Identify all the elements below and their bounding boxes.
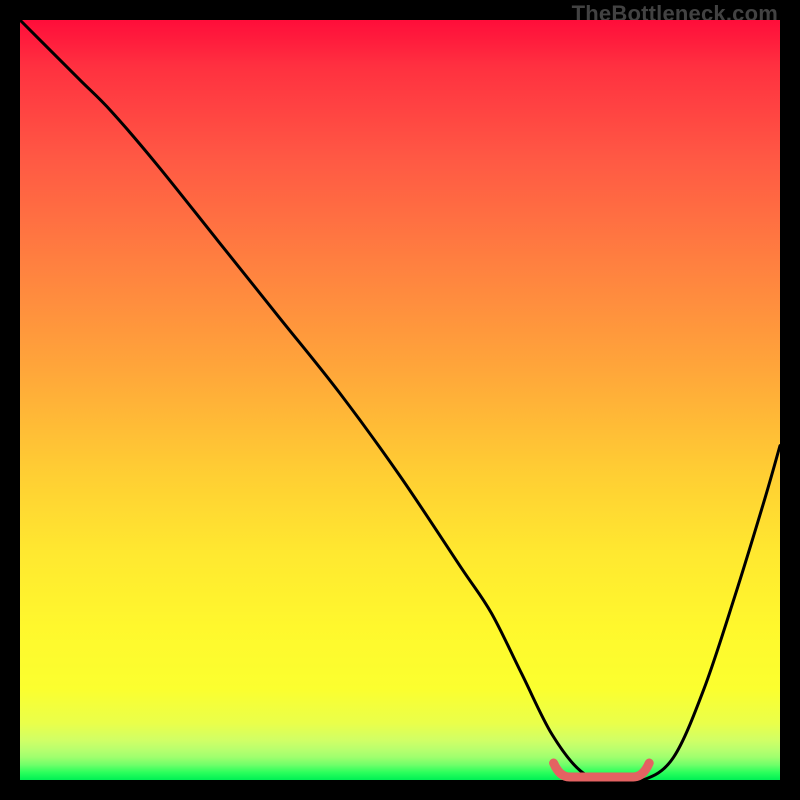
- chart-frame: [20, 20, 780, 780]
- bottleneck-minimum-marker: [554, 763, 650, 777]
- chart-svg: [20, 20, 780, 780]
- bottleneck-curve-line: [20, 20, 780, 782]
